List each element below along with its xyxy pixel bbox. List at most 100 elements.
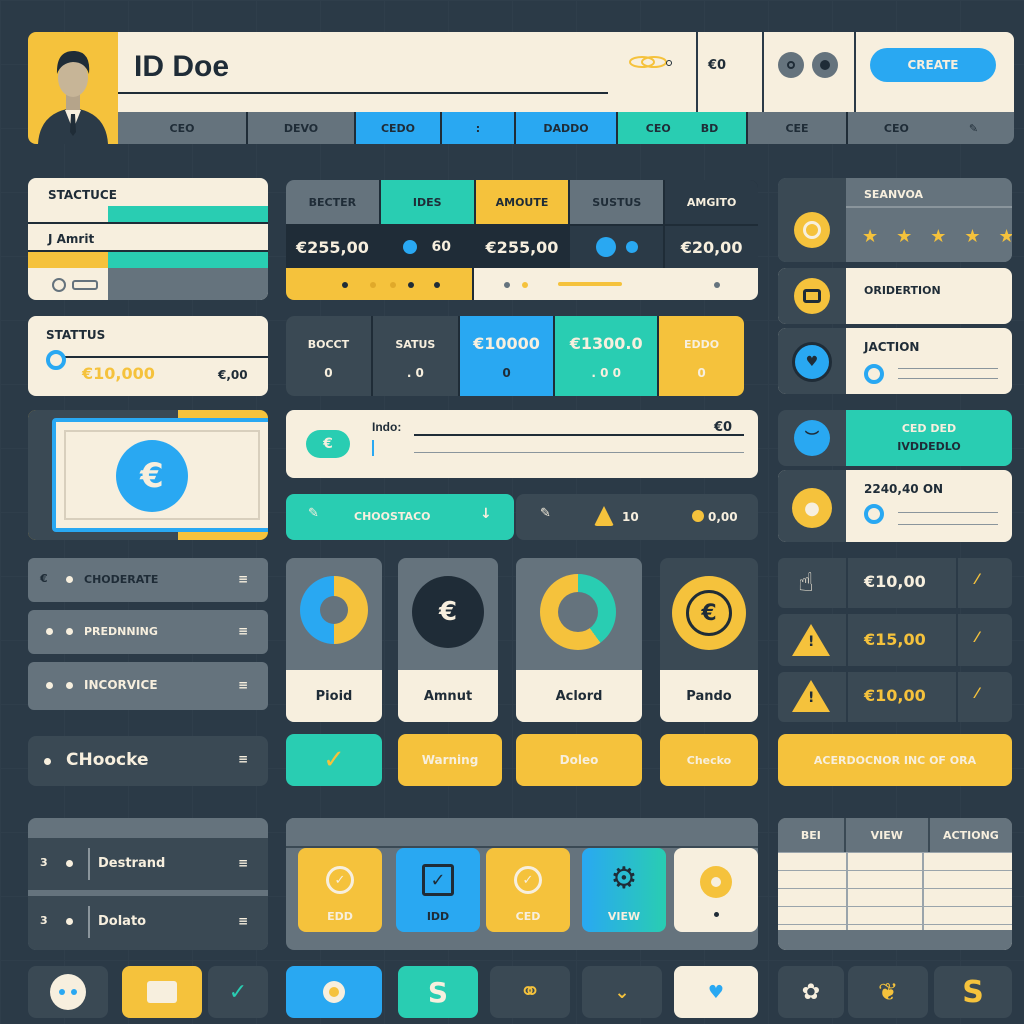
link-icon (626, 52, 670, 72)
rating-stars[interactable]: ★★★★★ (846, 206, 1012, 262)
ced-tile[interactable]: ✓ CED (486, 848, 570, 932)
choose-button[interactable]: ✎ CHOOSTACO ↓ (286, 494, 514, 540)
confirm-button[interactable]: ✓ (286, 734, 382, 786)
divider (88, 906, 90, 938)
action-item[interactable]: ♥ JACTION (778, 328, 1012, 394)
leaf-button[interactable]: ❦ (848, 966, 928, 1018)
toggle-a-icon[interactable] (778, 52, 804, 78)
pencil-icon[interactable]: ✎ (540, 506, 551, 521)
heart-button[interactable]: ♥ (674, 966, 758, 1018)
check-icon: ✓ (323, 745, 345, 775)
tile-label: IDD (426, 910, 450, 923)
tab-ceo-bd[interactable]: CEO BD (618, 112, 746, 144)
dot-icon (522, 282, 528, 288)
pencil-icon: ✎ (968, 121, 979, 135)
dot-icon (408, 282, 414, 288)
slider-track (898, 378, 998, 379)
progress-fill (108, 206, 268, 222)
check-button[interactable]: ✓ (208, 966, 268, 1018)
ced-item[interactable]: ︶ CED DED IVDDEDLO (778, 410, 1012, 466)
view-tile[interactable]: ⚙ VIEW (582, 848, 666, 932)
slider-thumb[interactable] (46, 350, 66, 370)
mail-button[interactable] (122, 966, 202, 1018)
status-cell-value: 0 (502, 366, 511, 380)
chat-button[interactable] (28, 966, 108, 1018)
tile-paid[interactable]: Pioid (286, 558, 382, 722)
record-tile[interactable] (674, 848, 758, 932)
menu-item[interactable]: € CHODERATE ≡ (28, 558, 268, 602)
checkout-item[interactable]: CHoocke ≡ (28, 736, 268, 786)
radio-icon[interactable] (52, 278, 66, 292)
tile-accord[interactable]: Aclord (516, 558, 642, 722)
structure-title: STACTUCE (48, 188, 117, 202)
status-cell-value: 0 (324, 366, 333, 380)
order-item[interactable]: ORIDERTION (778, 268, 1012, 324)
euro-toggle[interactable]: € (306, 430, 350, 458)
pencil-icon: ⁄ (976, 630, 979, 646)
pencil-icon: ⁄ (976, 686, 979, 702)
amount-input[interactable]: € Indo: €0 (286, 410, 758, 478)
bell-icon[interactable] (594, 506, 614, 526)
down-button[interactable]: ⌄ (582, 966, 662, 1018)
stack-icon (794, 278, 830, 314)
payment-row[interactable]: ! €15,00 ⁄ (778, 614, 1012, 666)
create-button[interactable]: CREATE (870, 48, 996, 82)
warning-button[interactable]: Warning (398, 734, 502, 786)
gear-button[interactable]: ✿ (778, 966, 844, 1018)
table-header: BECTER IDES AMOUTE SUSTUS AMGITO (286, 180, 758, 224)
tile-amount[interactable]: € Amnut (398, 558, 498, 722)
slider-thumb[interactable] (864, 364, 884, 384)
euro-small-icon: € (40, 572, 48, 585)
tab-ceo-edit[interactable]: CEO ✎ (848, 112, 1014, 144)
slider-thumb[interactable] (864, 504, 884, 524)
tab-devo[interactable]: DEVO (248, 112, 354, 144)
tile-pando[interactable]: € Pando (660, 558, 758, 722)
id-tile[interactable]: ✓ IDD (396, 848, 480, 932)
tab-ceo[interactable]: CEO (118, 112, 246, 144)
dot-icon (504, 282, 510, 288)
dot-icon (342, 282, 348, 288)
menu-item[interactable]: PREDNNING ≡ (28, 610, 268, 654)
tab-daddo[interactable]: DADDO (516, 112, 616, 144)
list-row-label: Dolato (98, 914, 147, 929)
checkout-button[interactable]: Checko (660, 734, 758, 786)
tab-cedo[interactable]: CEDO (356, 112, 440, 144)
avatar (28, 32, 118, 144)
tab-cee[interactable]: CEE (748, 112, 846, 144)
status-title: STATTUS (46, 328, 106, 342)
slider-track (898, 524, 998, 525)
payment-row[interactable]: ☝ €10,00 ⁄ (778, 558, 1012, 608)
edit-tile[interactable]: ✓ EDD (298, 848, 382, 932)
page-title: ID Doe (134, 50, 230, 83)
record-button[interactable] (286, 966, 382, 1018)
progress-bar (558, 282, 622, 286)
euro-coin-icon: € (672, 576, 746, 650)
toggle-b-icon[interactable] (812, 52, 838, 78)
bullet-icon (66, 918, 73, 925)
list-row[interactable]: 3 Destrand ≡ (28, 838, 268, 890)
divider (762, 32, 764, 112)
dot-icon (434, 282, 440, 288)
link-button[interactable]: ⚭ (490, 966, 570, 1018)
dot-icon (714, 282, 720, 288)
arrow-down-icon: ↓ (480, 506, 492, 522)
divider (88, 848, 90, 880)
table-footer-right (474, 268, 758, 300)
amount-item[interactable]: ● 2240,40 ON (778, 470, 1012, 542)
delete-button[interactable]: Doleo (516, 734, 642, 786)
action-panel: ✓ EDD ✓ IDD ✓ CED ⚙ VIEW (286, 818, 758, 950)
toggle-icon[interactable] (72, 280, 98, 290)
banner-button[interactable]: ACERDOCNOR INC OF ORA (778, 734, 1012, 786)
pie-icon (403, 240, 418, 254)
menu-item[interactable]: INCORVICE ≡ (28, 662, 268, 710)
status-cell: €1300.0 . 0 0 (555, 316, 658, 396)
data-table: BECTER IDES AMOUTE SUSTUS AMGITO €255,00… (286, 180, 758, 300)
notification-bar: ✎ 10 0,00 (516, 494, 758, 540)
notification-amount: 0,00 (708, 510, 738, 524)
payment-row[interactable]: ! €10,00 ⁄ (778, 672, 1012, 722)
s-button[interactable]: S (398, 966, 478, 1018)
bullet-icon (46, 628, 53, 635)
list-row[interactable]: 3 Dolato ≡ (28, 896, 268, 950)
dollar-button[interactable]: S (934, 966, 1012, 1018)
tab-more[interactable]: : (442, 112, 514, 144)
